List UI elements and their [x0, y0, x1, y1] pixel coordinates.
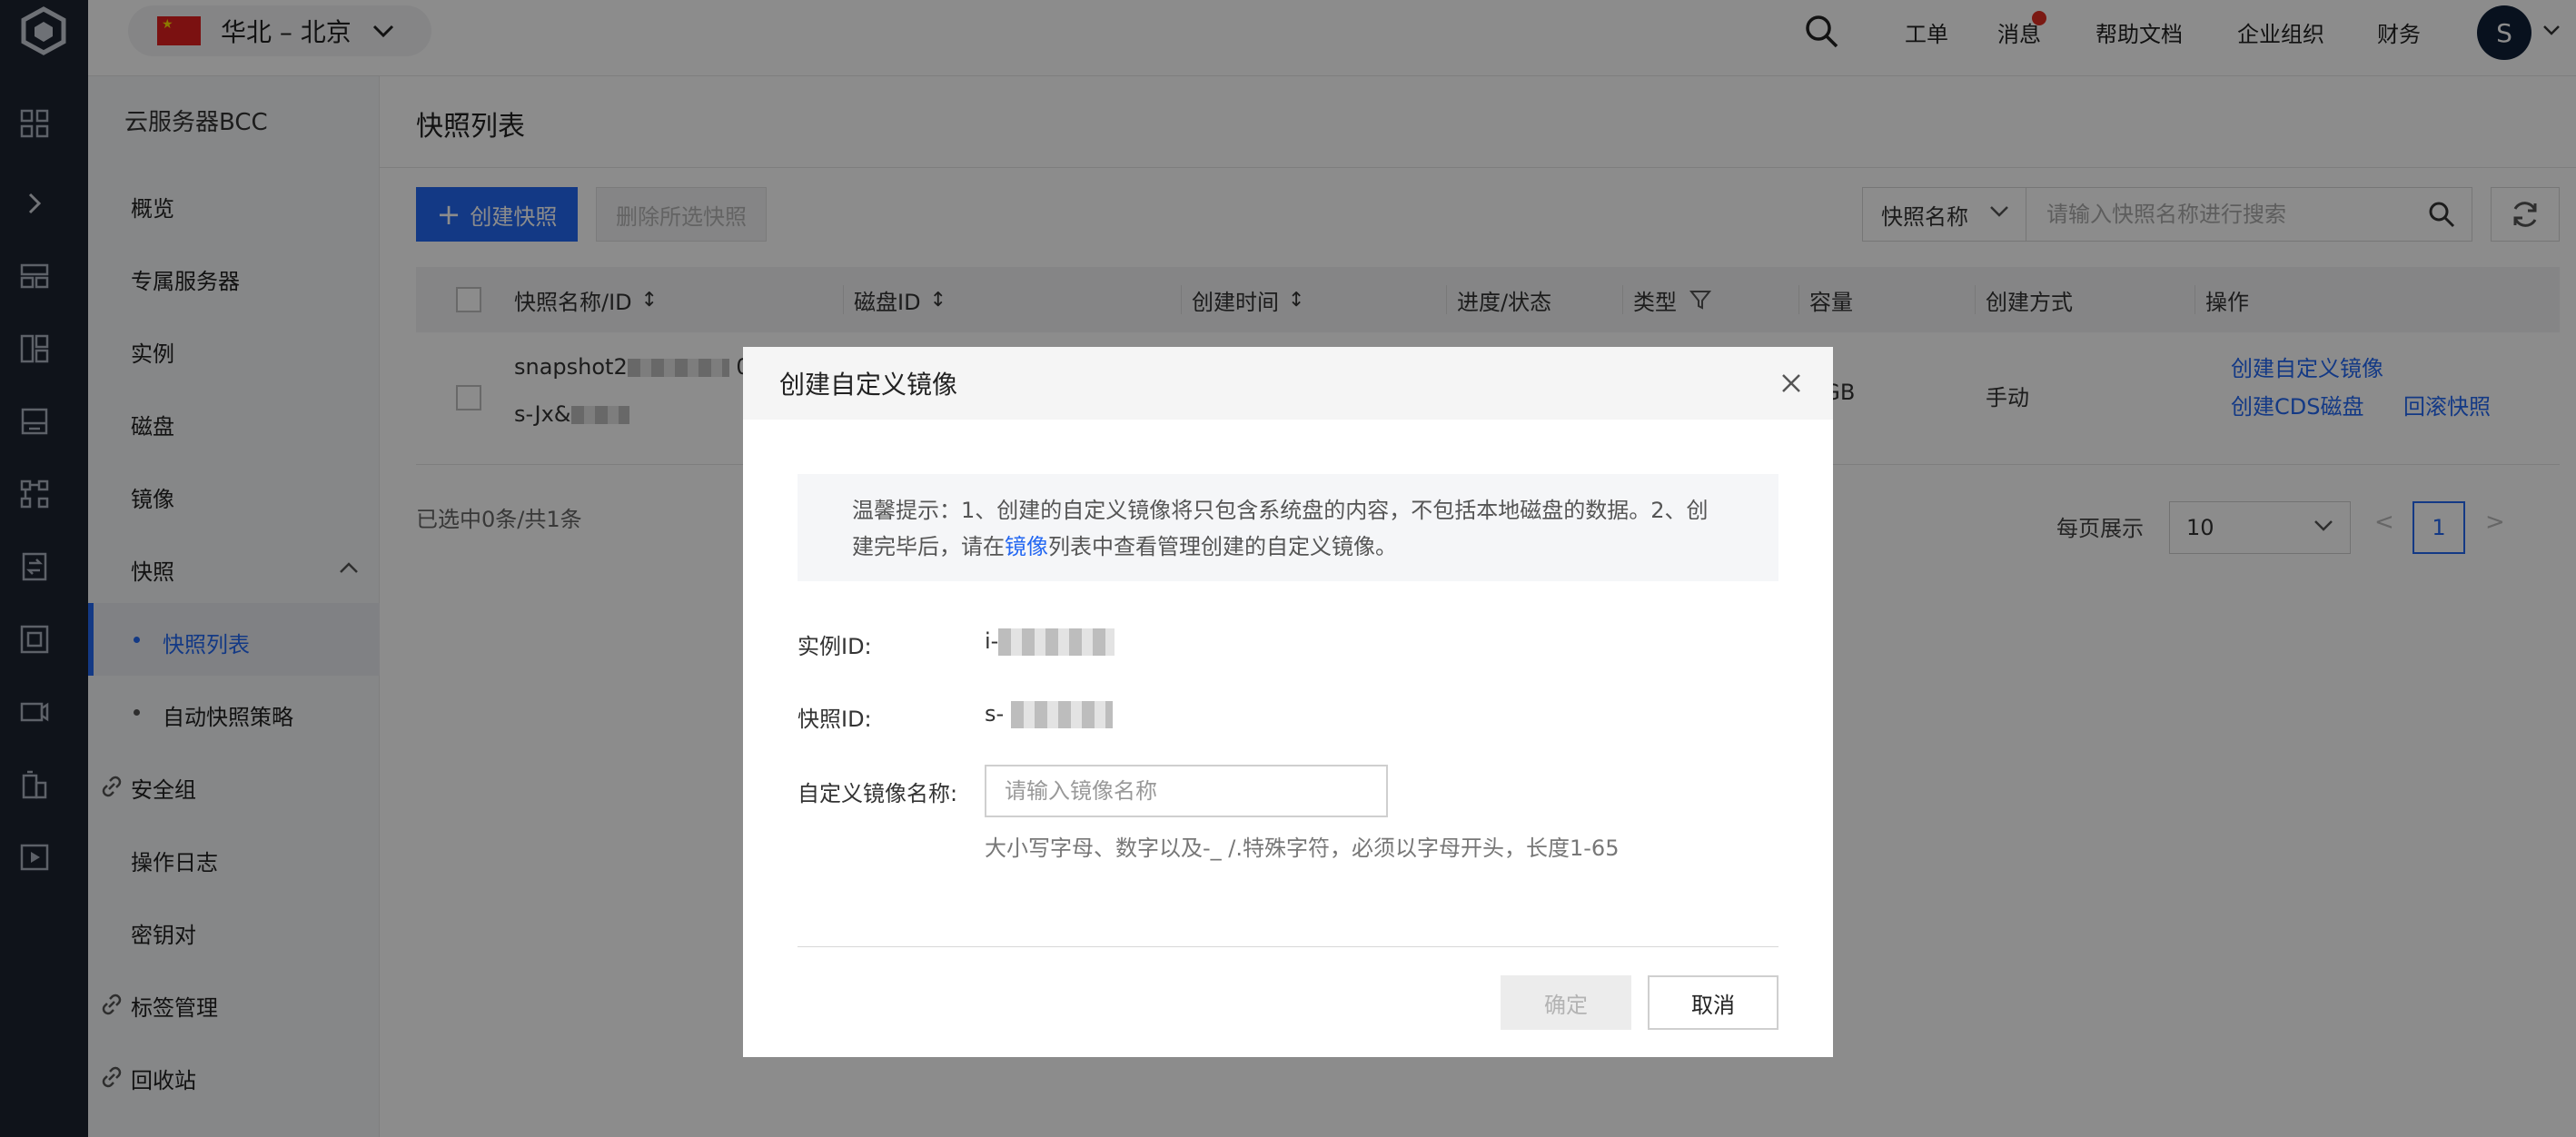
notice-text: 列表中查看管理创建的自定义镜像。 [1048, 534, 1397, 559]
confirm-button[interactable]: 确定 [1501, 975, 1631, 1030]
snapshot-id-prefix: s- [985, 701, 1005, 727]
instance-id-prefix: i- [985, 628, 999, 654]
instance-id-value: i- [985, 628, 1115, 656]
divider [798, 946, 1778, 947]
redacted-text [998, 628, 1115, 656]
instance-id-label: 实例ID: [798, 634, 872, 659]
snapshot-id-label: 快照ID: [798, 707, 872, 732]
notice-line-2: 建完毕后，请在镜像列表中查看管理创建的自定义镜像。 [852, 529, 1778, 565]
image-name-label: 自定义镜像名称: [798, 781, 958, 806]
app-root: ★ 华北 – 北京 工单 消息 帮助文档 企业组织 财务 S 云服务器BCC 概… [0, 0, 2576, 1137]
snapshot-id-value: s- [985, 701, 1113, 728]
dialog-header: 创建自定义镜像 [743, 347, 1833, 420]
dialog-title: 创建自定义镜像 [779, 370, 958, 400]
image-list-link[interactable]: 镜像 [1005, 534, 1048, 559]
create-custom-image-dialog: 创建自定义镜像 温馨提示：1、创建的自定义镜像将只包含系统盘的内容，不包括本地磁… [743, 347, 1833, 1057]
tip-notice: 温馨提示：1、创建的自定义镜像将只包含系统盘的内容，不包括本地磁盘的数据。2、创… [798, 474, 1778, 581]
notice-line-1: 温馨提示：1、创建的自定义镜像将只包含系统盘的内容，不包括本地磁盘的数据。2、创 [852, 498, 1709, 523]
image-name-hint: 大小写字母、数字以及-_ /.特殊字符，必须以字母开头，长度1-65 [985, 835, 1620, 861]
redacted-text [1010, 701, 1113, 728]
cancel-button[interactable]: 取消 [1648, 975, 1778, 1030]
image-name-input[interactable] [985, 765, 1388, 817]
close-icon[interactable] [1778, 371, 1804, 396]
notice-text: 建完毕后，请在 [852, 534, 1005, 559]
